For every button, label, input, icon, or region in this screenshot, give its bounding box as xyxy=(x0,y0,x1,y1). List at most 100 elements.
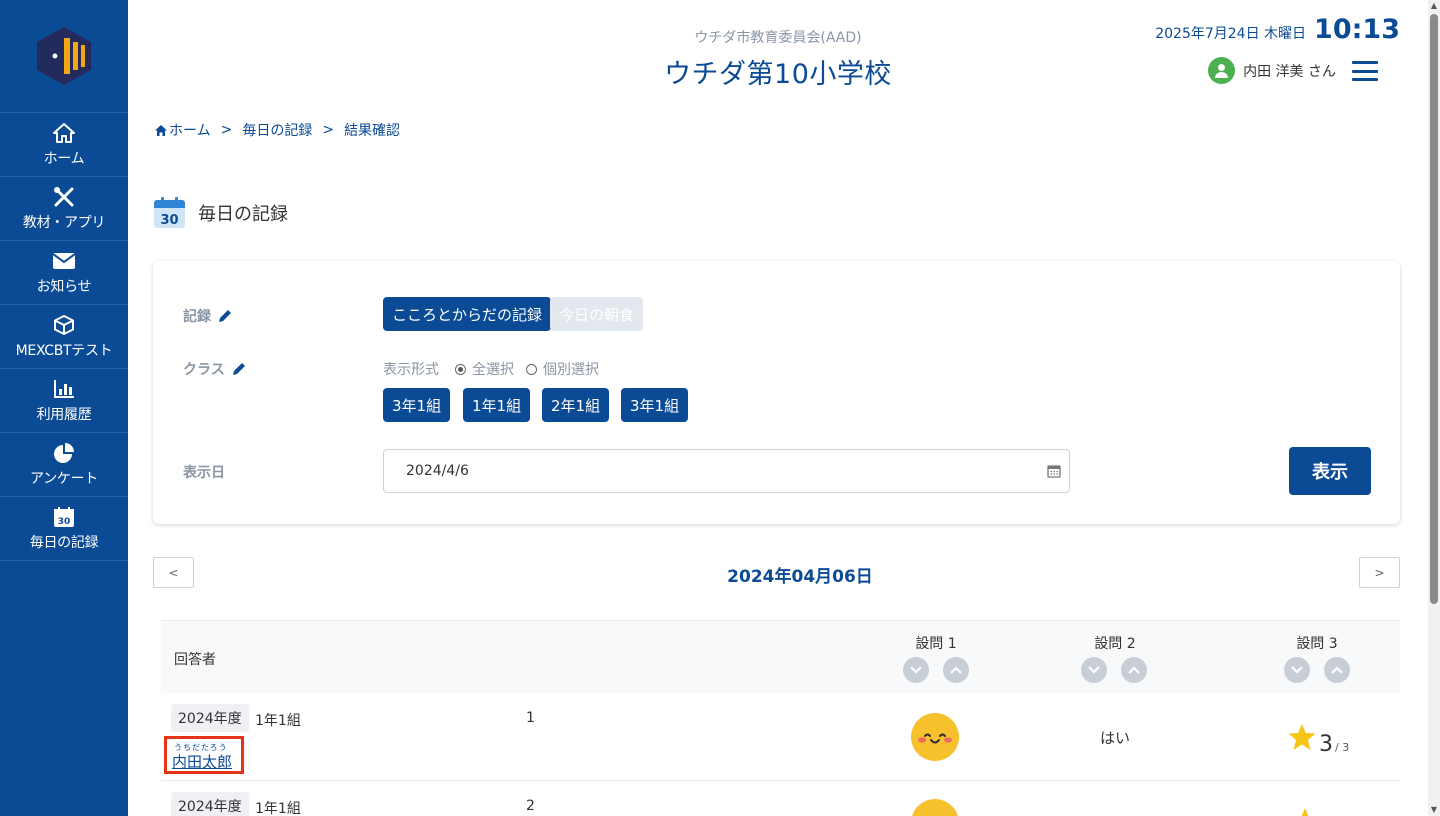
sidebar-item-label: MEXCBTテスト xyxy=(15,343,113,359)
page-title: 30 毎日の記録 xyxy=(153,196,288,229)
calendar-icon: 30 xyxy=(52,505,76,529)
tools-icon xyxy=(52,185,76,209)
date-input[interactable]: 2024/4/6 xyxy=(383,449,1070,493)
mail-icon xyxy=(52,249,76,273)
school-name: ウチダ第10小学校 xyxy=(664,59,892,90)
table-row: 2024年度 1年1組 1 うちだたろう 内田太郎 はい 3 / 3 xyxy=(161,693,1400,781)
sidebar-item-label: 利用履歴 xyxy=(36,407,92,423)
table-row: 2024年度 1年1組 2 xyxy=(161,781,1400,816)
sidebar-item-daily-record[interactable]: 30 毎日の記録 xyxy=(0,497,128,561)
prev-date-button[interactable]: < xyxy=(153,557,194,588)
home-icon xyxy=(155,124,167,136)
current-date: 2025年7月24日 木曜日 xyxy=(1155,26,1307,42)
question-1-sort xyxy=(903,657,969,683)
display-format-label: 表示形式 xyxy=(383,362,439,378)
question-2-header: 設問 2 xyxy=(1094,636,1136,652)
school-year-badge: 2024年度 xyxy=(171,792,249,816)
school-year-badge: 2024年度 xyxy=(171,704,249,732)
calendar-icon: 30 xyxy=(154,197,185,228)
filter-card: 記録 こころとからだの記録 今日の朝食 クラス 表示形式 全選択 個別選択 3年… xyxy=(153,261,1400,524)
student-name-highlight[interactable]: うちだたろう 内田太郎 xyxy=(164,736,244,774)
record-option-breakfast[interactable]: 今日の朝食 xyxy=(550,297,644,331)
breadcrumb-result: 結果確認 xyxy=(344,123,401,139)
sidebar-item-label: 毎日の記録 xyxy=(29,535,99,551)
organization-name: ウチダ市教育委員会(AAD) xyxy=(694,30,862,46)
sort-ascending-chevron-up-icon[interactable] xyxy=(943,657,969,683)
results-table-header: 回答者 設問 1 設問 2 設問 3 xyxy=(161,620,1400,693)
sort-descending-chevron-down-icon[interactable] xyxy=(1284,657,1310,683)
sort-ascending-chevron-up-icon[interactable] xyxy=(1121,657,1147,683)
radio-select-individual-label[interactable]: 個別選択 xyxy=(543,359,599,379)
display-format-row: 表示形式 全選択 個別選択 xyxy=(383,359,599,379)
svg-text:30: 30 xyxy=(160,213,178,228)
app-logo[interactable] xyxy=(0,0,128,113)
happy-face-icon xyxy=(911,713,959,761)
sidebar: ホーム 教材・アプリ お知らせ MEXCBTテスト 利用履歴 アンケート 30 xyxy=(0,0,128,816)
sidebar-item-usage-history[interactable]: 利用履歴 xyxy=(0,369,128,433)
date-input-value: 2024/4/6 xyxy=(406,463,469,479)
page-title-text: 毎日の記録 xyxy=(198,203,288,225)
scroll-thumb[interactable] xyxy=(1430,14,1438,604)
user-name: 内田 洋美 さん xyxy=(1243,63,1336,80)
user-avatar-icon xyxy=(1208,57,1236,84)
sort-descending-chevron-down-icon[interactable] xyxy=(903,657,929,683)
sidebar-item-mexcbt[interactable]: MEXCBTテスト xyxy=(0,305,128,369)
class-chip[interactable]: 1年1組 xyxy=(463,388,531,422)
date-label: 表示日 xyxy=(183,465,225,481)
current-time: 10:13 xyxy=(1314,14,1400,45)
show-button[interactable]: 表示 xyxy=(1289,447,1371,495)
student-class: 1年1組 xyxy=(255,801,301,816)
class-chip[interactable]: 3年1組 xyxy=(383,388,451,422)
radio-select-all-label[interactable]: 全選択 xyxy=(472,359,514,379)
star-icon xyxy=(1301,808,1309,816)
sidebar-item-label: お知らせ xyxy=(36,279,92,295)
sidebar-item-survey[interactable]: アンケート xyxy=(0,433,128,497)
calendar-picker-icon xyxy=(1047,465,1061,478)
sidebar-item-label: 教材・アプリ xyxy=(22,215,106,231)
sidebar-item-home[interactable]: ホーム xyxy=(0,113,128,177)
scroll-down-arrow-icon[interactable]: ▼ xyxy=(1430,804,1438,816)
sort-descending-chevron-down-icon[interactable] xyxy=(1081,657,1107,683)
pie-chart-icon xyxy=(52,441,76,465)
class-chip[interactable]: 3年1組 xyxy=(621,388,689,422)
student-class: 1年1組 xyxy=(255,713,301,729)
home-icon xyxy=(52,121,76,145)
question-1-header: 設問 1 xyxy=(915,636,957,652)
scroll-up-arrow-icon[interactable]: ▲ xyxy=(1430,0,1438,12)
pencil-icon xyxy=(232,363,245,375)
next-date-button[interactable]: > xyxy=(1359,557,1400,588)
class-label: クラス xyxy=(183,359,247,379)
breadcrumb-separator: > xyxy=(220,122,233,138)
question-2-sort xyxy=(1081,657,1147,683)
class-chip[interactable]: 2年1組 xyxy=(542,388,610,422)
question-3-header: 設問 3 xyxy=(1296,636,1338,652)
record-label: 記録 xyxy=(183,306,233,326)
radio-select-individual[interactable] xyxy=(526,363,537,375)
radio-select-all[interactable] xyxy=(455,363,466,375)
score-value: 3 xyxy=(1319,732,1333,757)
breadcrumb: ホーム > 毎日の記録 > 結果確認 xyxy=(155,120,400,140)
breadcrumb-daily-record[interactable]: 毎日の記録 xyxy=(242,120,312,140)
record-option-mind-body[interactable]: こころとからだの記録 xyxy=(383,297,552,331)
current-display-date: 2024年04月06日 xyxy=(727,567,873,587)
question-3-sort xyxy=(1284,657,1350,683)
hamburger-menu-icon[interactable] xyxy=(1352,61,1378,81)
respondent-header: 回答者 xyxy=(174,652,216,668)
sidebar-item-notices[interactable]: お知らせ xyxy=(0,241,128,305)
happy-face-icon xyxy=(912,799,958,816)
question-3-score: 3 / 3 xyxy=(1287,723,1349,757)
sort-ascending-chevron-up-icon[interactable] xyxy=(1324,657,1350,683)
sidebar-item-materials[interactable]: 教材・アプリ xyxy=(0,177,128,241)
page-scrollbar[interactable]: ▲ ▼ xyxy=(1428,0,1440,816)
star-icon xyxy=(1288,724,1316,750)
user-info[interactable]: 内田 洋美 さん xyxy=(1208,57,1336,84)
sidebar-item-label: アンケート xyxy=(30,471,98,487)
hexagon-logo-icon xyxy=(37,27,91,85)
student-number: 1 xyxy=(526,710,535,726)
score-max: / 3 xyxy=(1335,741,1350,754)
breadcrumb-home[interactable]: ホーム xyxy=(155,120,211,140)
cube-icon xyxy=(52,313,76,337)
svg-text:30: 30 xyxy=(58,517,71,527)
student-name-link[interactable]: 内田太郎 xyxy=(172,751,232,772)
sidebar-item-label: ホーム xyxy=(43,151,85,167)
